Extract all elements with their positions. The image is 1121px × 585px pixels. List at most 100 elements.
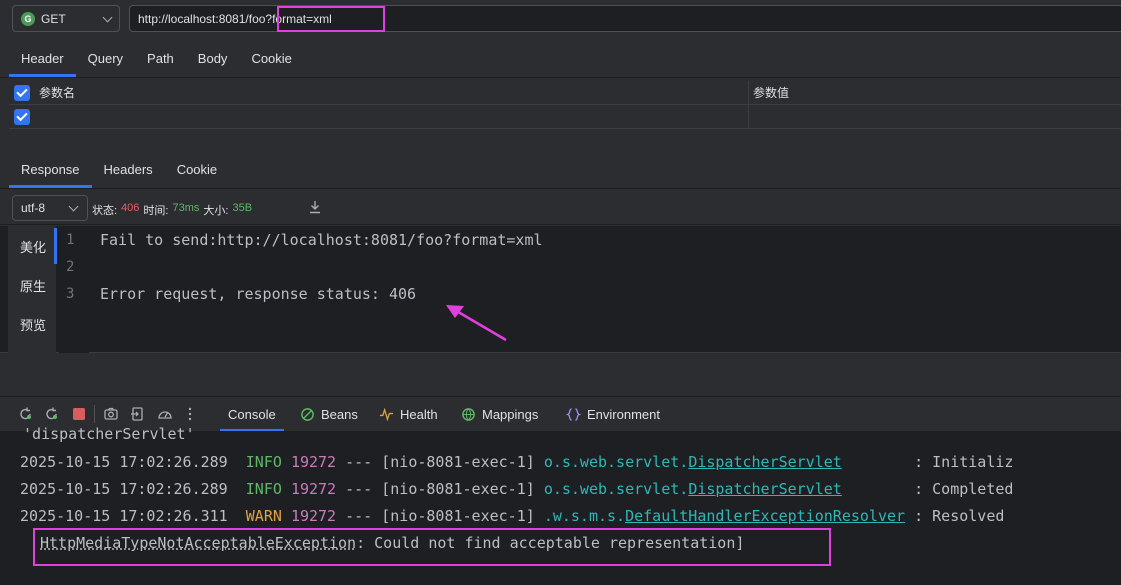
line-number: 3 (66, 286, 75, 302)
console-output: 'dispatcherServlet' 2025-10-15 17:02:26.… (0, 425, 1121, 585)
chevron-down-icon (68, 201, 79, 212)
exit-icon[interactable] (130, 406, 146, 422)
tab-header[interactable]: Header (9, 40, 76, 77)
console-line: 2025-10-15 17:02:26.311 WARN 19272 --- [… (20, 507, 1004, 525)
log-package: o.s.web.servlet. (543, 453, 689, 471)
log-class-link[interactable]: DispatcherServlet (688, 480, 842, 498)
log-level: INFO (245, 480, 282, 498)
params-table: 参数名 参数值 (9, 81, 1121, 129)
status-value: 406 (121, 202, 140, 214)
request-bar: G GET http://localhost:8081/foo?format=x… (0, 0, 1121, 38)
view-mode-pretty[interactable]: 美化 (20, 237, 46, 256)
gauge-icon[interactable] (157, 406, 173, 422)
toolbar-divider (94, 405, 95, 423)
method-label: GET (41, 11, 66, 26)
method-select[interactable]: G GET (12, 5, 120, 32)
log-message: : Completed (914, 480, 1014, 498)
size-value: 35B (232, 202, 253, 214)
log-level: WARN (245, 507, 282, 525)
url-text: http://localhost:8081/foo?format=xml (138, 11, 332, 26)
log-thread: [nio-8081-exec-1] (381, 480, 535, 498)
response-tabs: Response Headers Cookie (0, 151, 1121, 189)
select-all-checkbox[interactable] (14, 84, 30, 101)
response-body: 美化 原生 预览 1 2 3 Fail to send:http://local… (0, 226, 1121, 353)
console-line: 2025-10-15 17:02:26.289 INFO 19272 --- [… (20, 453, 1013, 471)
tab-response-cookie[interactable]: Cookie (165, 151, 229, 188)
param-name-header: 参数名 (39, 86, 76, 100)
url-input[interactable]: http://localhost:8081/foo?format=xml (129, 5, 1121, 32)
column-divider (748, 81, 749, 105)
log-pid: 19272 (290, 453, 337, 471)
stop-icon[interactable] (71, 406, 87, 422)
log-level: INFO (245, 453, 282, 471)
exception-class-link[interactable]: HttpMediaTypeNotAcceptableException (40, 534, 356, 552)
time-value: 73ms (172, 202, 200, 214)
status-label: 状态: (92, 205, 118, 217)
mappings-icon (462, 408, 475, 421)
restart-icon[interactable] (44, 406, 60, 422)
log-separator: --- (345, 507, 373, 525)
tab-console-label: Console (228, 407, 276, 422)
view-mode-raw[interactable]: 原生 (20, 276, 46, 295)
response-line: Fail to send:http://localhost:8081/foo?f… (100, 231, 543, 249)
camera-icon[interactable] (103, 406, 119, 422)
encoding-label: utf-8 (21, 201, 46, 215)
log-timestamp: 2025-10-15 17:02:26.311 (20, 507, 228, 525)
log-package: .w.s.m.s. (543, 507, 626, 525)
rerun-icon[interactable] (18, 406, 34, 422)
log-class-link[interactable]: DispatcherServlet (688, 453, 842, 471)
log-package: o.s.web.servlet. (543, 480, 689, 498)
request-tabs: Header Query Path Body Cookie (0, 40, 1121, 78)
tab-body[interactable]: Body (186, 40, 240, 77)
tab-mappings-label: Mappings (482, 407, 539, 422)
active-view-indicator (54, 228, 57, 264)
console-line: HttpMediaTypeNotAcceptableException: Cou… (40, 534, 744, 552)
tab-path[interactable]: Path (135, 40, 186, 77)
annotation-arrow-icon (446, 304, 507, 342)
response-meta-bar: utf-8 状态: 406 时间: 73ms 大小: 35B (0, 192, 1121, 225)
param-value-header: 参数值 (753, 86, 790, 100)
line-number: 1 (66, 232, 75, 248)
tab-response-headers[interactable]: Headers (92, 151, 165, 188)
log-thread: [nio-8081-exec-1] (381, 453, 535, 471)
tab-query[interactable]: Query (76, 40, 135, 77)
time-label: 时间: (143, 205, 169, 217)
download-icon[interactable] (309, 200, 321, 214)
column-divider (748, 105, 749, 129)
tab-health-label: Health (400, 407, 438, 422)
panel-gap (0, 353, 1121, 396)
log-separator: --- (345, 480, 373, 498)
log-thread: [nio-8081-exec-1] (381, 507, 535, 525)
tab-cookie[interactable]: Cookie (239, 40, 303, 77)
view-mode-sidebar: 美化 原生 预览 (8, 226, 56, 353)
response-status-info: 状态: 406 时间: 73ms 大小: 35B (92, 202, 256, 218)
tab-beans[interactable]: Beans (300, 397, 358, 432)
method-badge-icon: G (21, 11, 35, 26)
tab-console[interactable]: Console (220, 397, 284, 432)
tab-mappings[interactable]: Mappings (461, 397, 538, 432)
log-timestamp: 2025-10-15 17:02:26.289 (20, 453, 228, 471)
exception-message: : Could not find acceptable representati… (356, 534, 745, 552)
health-icon (379, 407, 394, 422)
size-label: 大小: (203, 205, 229, 217)
more-options-icon[interactable] (182, 406, 198, 422)
log-pid: 19272 (290, 507, 337, 525)
tab-environment-label: Environment (587, 407, 660, 422)
chevron-down-icon (102, 12, 113, 23)
log-separator: --- (345, 453, 373, 471)
console-line: 'dispatcherServlet' (14, 425, 195, 443)
log-pid: 19272 (290, 480, 337, 498)
view-mode-preview[interactable]: 预览 (20, 315, 46, 334)
row-checkbox[interactable] (14, 108, 30, 125)
tab-health[interactable]: Health (379, 397, 438, 432)
tab-beans-label: Beans (321, 407, 358, 422)
params-header-row: 参数名 参数值 (9, 81, 1121, 105)
encoding-select[interactable]: utf-8 (12, 195, 88, 221)
beans-icon (301, 408, 314, 421)
tab-environment[interactable]: Environment (566, 397, 660, 432)
console-line: 2025-10-15 17:02:26.289 INFO 19272 --- [… (20, 480, 1013, 498)
log-class-link[interactable]: DefaultHandlerExceptionResolver (625, 507, 905, 525)
tab-response[interactable]: Response (9, 151, 92, 188)
response-line: Error request, response status: 406 (100, 285, 417, 303)
environment-icon (566, 408, 581, 421)
